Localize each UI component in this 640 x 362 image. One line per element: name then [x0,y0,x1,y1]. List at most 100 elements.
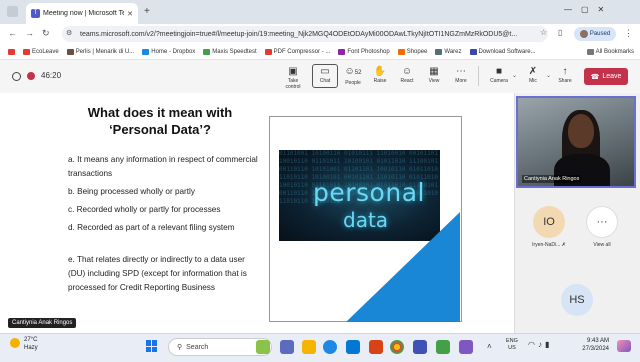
slide-item: c. Recorded wholly or partly for process… [68,205,221,214]
react-icon: ☺ [401,66,413,77]
shield-icon [12,72,21,81]
bookmark-item[interactable]: Home - Dropbox [142,48,195,55]
task-view-icon[interactable] [280,340,294,354]
taskbar-app-icon[interactable] [256,340,270,354]
teams-favicon: T [31,9,40,18]
bookmark-icon [264,48,272,55]
folder-icon [586,48,594,55]
bookmark-icon [397,48,405,55]
bookmark-icon [469,48,477,55]
address-bar[interactable]: teams.microsoft.com/v2/?meetingjoin=true… [62,26,548,42]
window-controls[interactable]: —▢✕ [564,5,613,14]
slide-title: What does it mean with ‘Personal Data’? [87,105,233,137]
slide-item: e. That relates directly or indirectly t… [68,255,247,292]
view-all-button[interactable]: ··· [586,206,618,238]
slide-item: b. Being processed wholly or partly [68,187,195,196]
bookmark-item[interactable]: Download Software... [469,48,536,55]
taskbar-app-icon[interactable] [413,340,427,354]
bookmark-item[interactable]: Maxis Speedtest [203,48,257,55]
tab-title: Meeting now | Microsoft Te [43,10,125,17]
bookmark-item[interactable]: PDF Compressor - ... [264,48,330,55]
phone-hangup-icon: ☎ [590,73,600,81]
profile-avatar-icon [579,30,588,38]
forward-icon[interactable]: → [25,28,34,38]
office-icon[interactable] [369,340,383,354]
taskbar-app-icon[interactable] [436,340,450,354]
leave-button[interactable]: ☎ Leave [584,68,628,85]
bookmark-icon [142,48,150,55]
view-all-label: View all [593,242,611,248]
store-icon[interactable] [346,340,360,354]
participant-face [568,114,594,148]
tab-actions-icon[interactable] [7,6,18,17]
meeting-timer: 46:20 [41,71,62,80]
edge-icon[interactable] [323,340,337,354]
bookmark-item[interactable]: Shopee [397,48,427,55]
participant-avatar-io[interactable]: IO [533,206,565,238]
profile-paused-button[interactable]: Paused [574,27,616,41]
language-indicator[interactable]: ENG US [506,338,518,352]
chat-button[interactable]: ▭ Chat [312,64,338,88]
paused-label: Paused [589,31,611,37]
share-icon: ↑ [562,66,568,77]
react-button[interactable]: ☺ React [394,65,420,84]
recording-icon [27,72,35,80]
chrome-icon[interactable] [390,340,404,354]
view-button[interactable]: ▦ View [421,65,447,84]
more-button[interactable]: ⋯ More [448,65,474,84]
url-text: teams.microsoft.com/v2/?meetingjoin=true… [80,30,518,38]
bookmark-item[interactable] [8,48,15,55]
notification-icon[interactable] [617,340,631,352]
bookmark-star-icon[interactable]: ☆ [540,28,547,37]
participant-avatar-hs[interactable]: HS [561,284,593,316]
take-control-button[interactable]: ▣ Take control [280,65,306,90]
start-windows-icon[interactable] [146,340,158,352]
image-word-personal: personal [313,178,425,207]
weather-widget[interactable]: 27°C Hazy [24,336,38,352]
new-tab-button[interactable]: + [144,6,150,17]
clock[interactable]: 9:43 AM 27/3/2024 [569,337,609,353]
raise-hand-icon: ✋ [373,66,387,77]
tray-chevron-icon[interactable]: ˄ [487,342,492,351]
blue-triangle-decoration [346,212,460,322]
bookmark-item[interactable]: Perlis | Menarik di U... [66,48,134,55]
search-icon: ⚲ [177,344,183,351]
browser-menu-icon[interactable]: ⋮ [624,28,633,39]
bookmark-icon [203,48,211,55]
more-icon: ··· [596,216,608,228]
all-bookmarks-button[interactable]: All Bookmarks [586,48,634,55]
file-explorer-icon[interactable] [302,340,316,354]
bookmark-item[interactable]: Warez [435,48,462,55]
browser-tab-meeting[interactable]: T Meeting now | Microsoft Te ✕ [26,3,138,24]
taskbar-app-icon[interactable] [459,340,473,354]
more-icon: ⋯ [456,66,466,77]
slide-item: d. Recorded as part of a relevant filing… [68,223,235,232]
slide-item: a. It means any information in respect o… [68,155,258,178]
mic-icon: ✗ [528,66,538,77]
people-icon: ☺52 [344,66,362,77]
bookmark-item[interactable]: Font Photoshop [338,48,390,55]
tab-close-icon[interactable]: ✕ [127,10,133,18]
back-icon[interactable]: ← [8,28,17,38]
side-panel-icon[interactable]: ▯ [558,28,562,37]
chat-icon: ▭ [320,66,330,77]
take-control-icon: ▣ [288,66,298,77]
participant-video-tile[interactable]: Cantiynia Anak Ringos [516,96,636,188]
camera-button[interactable]: ■ Camera [486,65,512,84]
bookmark-icon [66,48,74,55]
mic-options-chevron-icon[interactable]: ⌄ [546,72,551,79]
participant-name-io: Iryen-NaDi... ✗ [532,242,566,248]
mic-button[interactable]: ✗ Mic [520,65,546,84]
tray-status-icons[interactable]: ◠♪▮ [528,340,552,349]
video-name-label: Cantiynia Anak Ringos [522,175,582,183]
share-button[interactable]: ↑ Share [552,65,578,84]
reload-icon[interactable]: ↻ [42,28,50,39]
bookmark-icon [23,48,30,55]
site-info-icon[interactable]: ⚙ [66,29,72,37]
camera-options-chevron-icon[interactable]: ⌄ [512,72,517,79]
bookmark-item[interactable]: EcoLeave [23,48,59,55]
raise-hand-button[interactable]: ✋ Raise [367,65,393,84]
toolbar-divider [478,66,479,86]
bookmark-icon [435,48,443,55]
people-button[interactable]: ☺52 People [340,65,366,86]
